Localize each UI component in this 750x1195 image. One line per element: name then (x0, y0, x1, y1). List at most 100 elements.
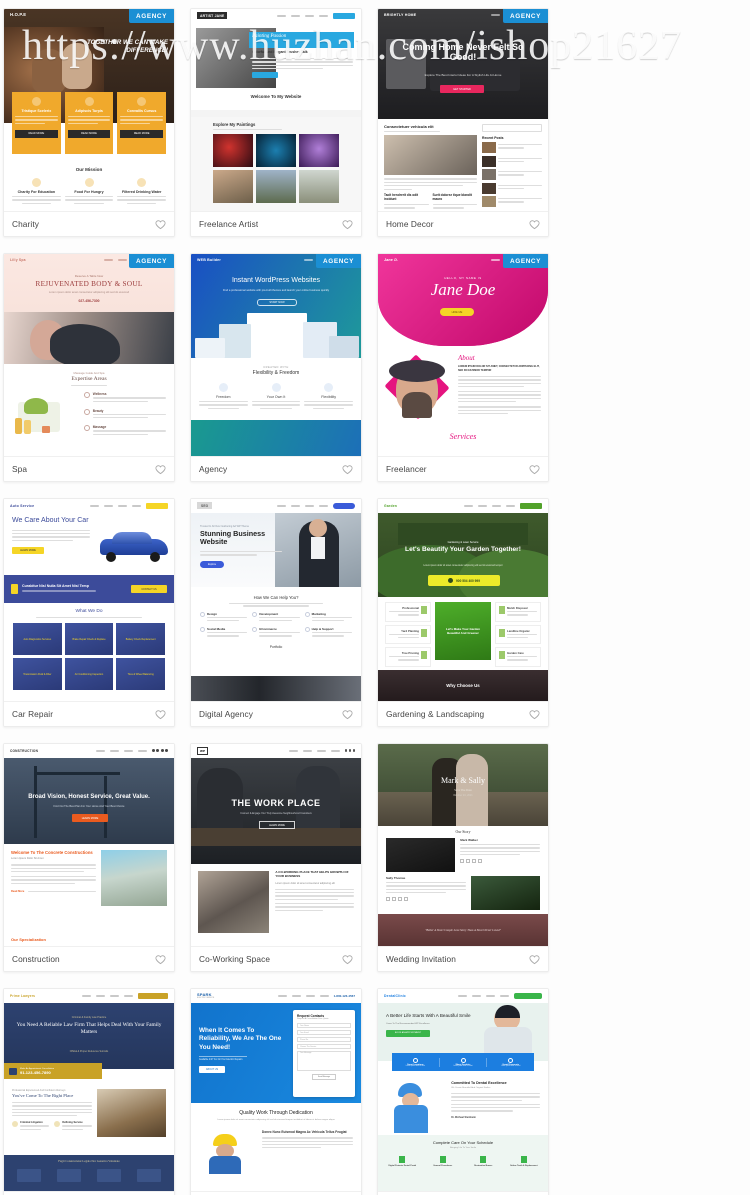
favorite-heart-icon[interactable] (342, 709, 353, 720)
mock-feature-title: Food For Hungry (74, 190, 104, 194)
mock-service-tile[interactable]: Brake Repair Check & Replace (64, 623, 114, 656)
favorite-heart-icon[interactable] (155, 219, 166, 230)
card-footer: Freelance Artist (191, 211, 361, 236)
favorite-heart-icon[interactable] (529, 219, 540, 230)
theme-preview[interactable]: ARTIST JANE Painting Passion Colorful An… (191, 9, 361, 212)
favorite-heart-icon[interactable] (529, 709, 540, 720)
theme-preview[interactable]: Prime Lawyers Criminal & Family Law Prac… (4, 989, 174, 1192)
mock-card-title: Convallis Cursus (127, 109, 157, 113)
mock-form-field[interactable]: Your Message (297, 1051, 351, 1071)
mock-section-title: How We Can Help You? (253, 595, 299, 600)
mock-section-kicker: CREATED WITH (263, 366, 289, 369)
theme-preview[interactable]: SPARK ELECTRIC SERVICE 1-800-123-4567 Whe… (191, 989, 361, 1192)
mock-form-field[interactable]: Your Email (297, 1030, 351, 1035)
mock-service-title: Help & Support (311, 627, 334, 632)
theme-preview[interactable]: Mark & Sally Save The Date October 24, 2… (378, 744, 548, 947)
mock-cta-button[interactable] (252, 72, 278, 78)
mock-nav[interactable] (95, 749, 168, 752)
mock-about-title: About (458, 354, 475, 362)
mock-card-button[interactable]: READ MORE (120, 129, 164, 138)
mock-card-button[interactable]: READ MORE (15, 129, 58, 138)
favorite-heart-icon[interactable] (155, 954, 166, 965)
theme-card[interactable]: SEO Trusted In All Over Gathering Ad WP … (190, 498, 362, 727)
mock-cta-button[interactable]: ABOUT US (199, 1065, 225, 1073)
mock-cta-button[interactable]: HIRE ME (440, 308, 474, 316)
favorite-heart-icon[interactable] (342, 219, 353, 230)
theme-card[interactable]: Garden Gardening & Lawn Service Let's Be… (377, 498, 549, 727)
mock-cta-button[interactable]: LEARN MORE (72, 814, 108, 822)
mock-form-field[interactable]: Choose The Service (297, 1044, 351, 1049)
mock-cta-button[interactable]: START NOW (257, 299, 297, 306)
theme-preview[interactable]: Jane D. HELLO, MY NAME IS Jane Doe HIRE … (378, 254, 548, 457)
mock-nav[interactable] (277, 12, 355, 19)
mock-hero-sub: Lorem ipsum dolor amet consectetur adipi… (48, 291, 130, 294)
mock-nav[interactable] (288, 749, 355, 752)
theme-preview[interactable]: CONSTRUCTION Broad Vision, Honest Servic… (4, 744, 174, 947)
mock-feature-title: Filtered Drinking Water (121, 190, 162, 194)
theme-card[interactable]: Mark & Sally Save The Date October 24, 2… (377, 743, 549, 972)
mock-card-button[interactable]: READ MORE (67, 129, 111, 138)
favorite-heart-icon[interactable] (155, 464, 166, 475)
mock-section-title: Our Story (455, 830, 471, 834)
mock-service-tile[interactable]: Transmission Fluid & Filter (13, 658, 62, 691)
mock-banner-button[interactable]: CONTACT US (131, 585, 167, 593)
theme-card[interactable]: AGENCY WEB Builder Instant WordPress Web… (190, 253, 362, 482)
theme-preview[interactable]: Garden Gardening & Lawn Service Let's Be… (378, 499, 548, 702)
card-footer: Digital Agency (191, 701, 361, 726)
mock-service-tile[interactable]: Battery Check Replacement (116, 623, 165, 656)
mock-form-button[interactable]: Send Message (312, 1074, 336, 1080)
mock-feature-title: Yard Planting (401, 628, 419, 633)
favorite-heart-icon[interactable] (529, 954, 540, 965)
mock-section-title: Expertise Areas (71, 376, 107, 382)
mock-hero-date: October 24, 2021 (453, 794, 473, 797)
mock-cta-button[interactable]: LEARN MORE (12, 546, 44, 554)
mock-link[interactable]: Read More (11, 890, 24, 893)
mock-form-field[interactable]: Your Name (297, 1023, 351, 1028)
mock-nav[interactable] (82, 992, 168, 999)
mock-cta-button[interactable]: LEARN MORE (259, 821, 295, 829)
theme-card[interactable]: AGENCY H.O.P.E TOGETHER WE CAN MAKE DIFF… (3, 8, 175, 237)
mock-story-name: Sally Thomas (386, 876, 406, 880)
agency-badge: AGENCY (503, 9, 548, 23)
theme-card[interactable]: DentalClinic A Better Life Starts With A… (377, 988, 549, 1195)
mock-form-field[interactable]: Phone No. (297, 1037, 351, 1042)
mock-nav[interactable]: 1-800-123-4567 (277, 994, 355, 998)
theme-card[interactable]: Auto Service We Care About Your Car LEAR… (3, 498, 175, 727)
favorite-heart-icon[interactable] (342, 954, 353, 965)
mock-section-title: Flexibility & Freedom (252, 370, 300, 376)
mock-nav[interactable] (464, 502, 542, 509)
theme-card[interactable]: AGENCY BRIGHTLY HOME Coming Home Never F… (377, 8, 549, 237)
mock-hero-sub: Come To The Recommended WP Excellence (386, 1022, 430, 1025)
theme-card[interactable]: CONSTRUCTION Broad Vision, Honest Servic… (3, 743, 175, 972)
theme-name: Freelancer (386, 464, 427, 475)
mock-cta-button[interactable]: BOOK AN APPOINTMENT (386, 1029, 430, 1037)
theme-preview[interactable]: WEB Builder Instant WordPress Websites F… (191, 254, 361, 457)
mock-service-tile[interactable]: Tires & Wheel Balancing (116, 658, 165, 691)
mock-cta-button[interactable]: Explore (200, 560, 224, 568)
theme-card[interactable]: AGENCY Jane D. HELLO, MY NAME IS Jane Do… (377, 253, 549, 482)
agency-badge: AGENCY (129, 254, 174, 268)
theme-card[interactable]: AGENCY Lilly Spa Reserve A Table Now REJ… (3, 253, 175, 482)
mock-nav[interactable] (90, 502, 168, 509)
favorite-heart-icon[interactable] (529, 464, 540, 475)
mock-service-tile[interactable]: Auto Diagnostics Services (13, 623, 62, 656)
mock-nav[interactable] (277, 502, 355, 509)
theme-preview[interactable]: BRIGHTLY HOME Coming Home Never Felt So … (378, 9, 548, 212)
theme-preview[interactable]: WP THE WORK PLACE Connect & Engage Your … (191, 744, 361, 947)
theme-card[interactable]: Prime Lawyers Criminal & Family Law Prac… (3, 988, 175, 1195)
theme-preview[interactable]: H.O.P.E TOGETHER WE CAN MAKE DIFFERENCE!… (4, 9, 174, 212)
theme-preview[interactable]: Auto Service We Care About Your Car LEAR… (4, 499, 174, 702)
mock-nav[interactable] (458, 992, 542, 999)
mock-cta-button[interactable]: GET STARTED (440, 85, 484, 93)
mock-hero-sub: Available 24/7 For All Your Electric Rep… (199, 1058, 243, 1061)
favorite-heart-icon[interactable] (155, 709, 166, 720)
theme-card[interactable]: ARTIST JANE Painting Passion Colorful An… (190, 8, 362, 237)
theme-card[interactable]: WP THE WORK PLACE Connect & Engage Your … (190, 743, 362, 972)
theme-preview[interactable]: Lilly Spa Reserve A Table Now REJUVENATE… (4, 254, 174, 457)
mock-card-title: Adipiscis Turpis (75, 109, 103, 113)
theme-preview[interactable]: SEO Trusted In All Over Gathering Ad WP … (191, 499, 361, 702)
favorite-heart-icon[interactable] (342, 464, 353, 475)
theme-preview[interactable]: DentalClinic A Better Life Starts With A… (378, 989, 548, 1192)
mock-service-tile[interactable]: Air Conditioning Inspection (64, 658, 114, 691)
theme-card[interactable]: SPARK ELECTRIC SERVICE 1-800-123-4567 Whe… (190, 988, 362, 1195)
